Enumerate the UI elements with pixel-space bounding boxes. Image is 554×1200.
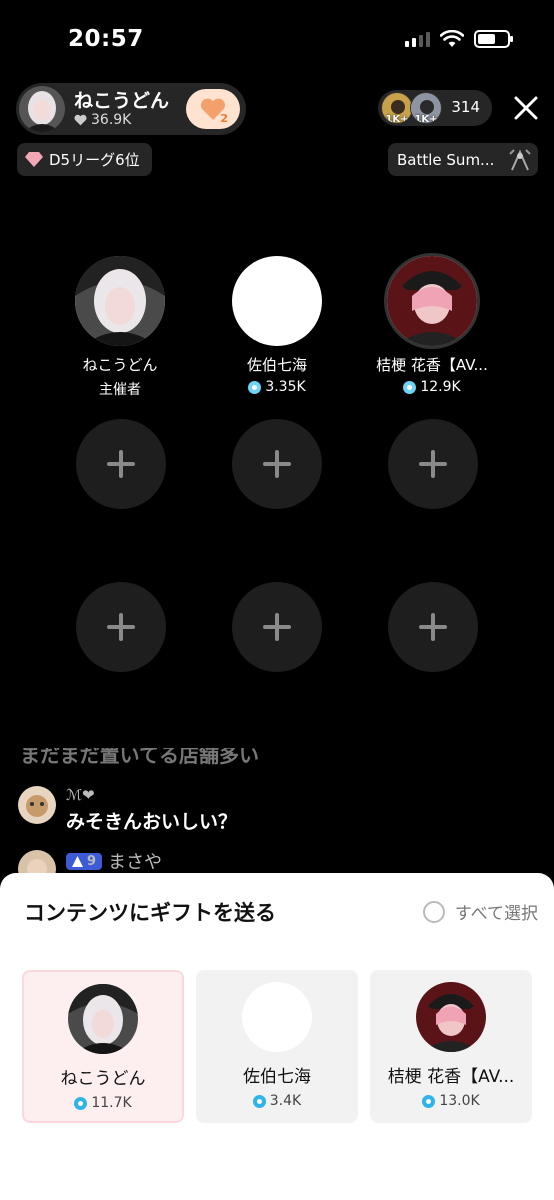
battle-label: Battle Sum... bbox=[397, 150, 495, 169]
sheet-title: コンテンツにギフトを送る bbox=[24, 901, 276, 925]
battery-icon bbox=[474, 30, 513, 48]
coin-icon bbox=[252, 1094, 266, 1108]
chat-avatar[interactable] bbox=[18, 786, 56, 824]
diamond-icon bbox=[25, 152, 43, 167]
add-guest-button[interactable] bbox=[232, 419, 322, 509]
close-icon[interactable] bbox=[510, 92, 542, 124]
select-all-toggle[interactable]: すべて選択 bbox=[422, 899, 538, 924]
battle-icon bbox=[509, 149, 531, 171]
host-info[interactable]: ねこうどん 36.9K 2 bbox=[16, 83, 246, 135]
signal-icon bbox=[405, 31, 430, 47]
heart-icon bbox=[74, 114, 87, 126]
guest-name: ねこうどん bbox=[82, 356, 158, 374]
league-label: D5リーグ6位 bbox=[49, 151, 140, 169]
host-name: ねこうどん bbox=[74, 90, 170, 112]
viewer-badge: 1K+ bbox=[385, 114, 409, 124]
status-icons bbox=[405, 30, 513, 48]
coin-icon bbox=[74, 1096, 88, 1110]
coin-icon bbox=[403, 380, 417, 394]
viewer-list[interactable]: 1K+ 1K+ 314 bbox=[378, 90, 492, 126]
guest-slot-2[interactable]: 佐伯七海 3.35K bbox=[202, 256, 352, 395]
host-avatar bbox=[19, 86, 65, 132]
gift-recipient-card[interactable]: 佐伯七海 3.4K bbox=[196, 970, 358, 1123]
recipient-avatar bbox=[68, 984, 138, 1054]
add-guest-button[interactable] bbox=[388, 582, 478, 672]
gift-recipient-card[interactable]: 桔梗 花香【AV... 13.0K bbox=[370, 970, 532, 1123]
host-likes: 36.9K bbox=[74, 112, 131, 128]
recipient-coins: 3.4K bbox=[196, 1093, 358, 1109]
viewer-count: 314 bbox=[451, 98, 480, 116]
add-guest-button[interactable] bbox=[76, 419, 166, 509]
heart-button[interactable]: 2 bbox=[186, 89, 240, 129]
host-likes-count: 36.9K bbox=[91, 112, 132, 128]
status-time: 20:57 bbox=[68, 26, 144, 52]
recipient-avatar bbox=[416, 982, 486, 1052]
guest-avatar bbox=[387, 256, 477, 346]
guest-role: 主催者 bbox=[99, 382, 141, 398]
level-badge: 9 bbox=[66, 852, 103, 870]
coin-icon bbox=[422, 1094, 436, 1108]
guest-coins: 3.35K bbox=[202, 379, 352, 395]
guest-slot-1[interactable]: ねこうどん 主催者 bbox=[45, 256, 195, 399]
chat-username: ℳ❤ bbox=[66, 786, 95, 804]
chat-username: 9 まさや bbox=[66, 848, 162, 874]
recipient-name: ねこうどん bbox=[60, 1069, 146, 1089]
recipient-name: 桔梗 花香【AV... bbox=[387, 1067, 515, 1087]
guest-avatar bbox=[232, 256, 322, 346]
guest-coins: 12.9K bbox=[357, 379, 507, 395]
add-guest-button[interactable] bbox=[76, 582, 166, 672]
recipient-coins: 11.7K bbox=[24, 1095, 182, 1111]
chat-message-faded: まだまだ置いてる店舗多い bbox=[20, 748, 259, 766]
coin-icon bbox=[248, 380, 262, 394]
radio-icon[interactable] bbox=[422, 900, 445, 923]
heart-count: 2 bbox=[220, 112, 228, 125]
gift-sheet: コンテンツにギフトを送る すべて選択 ねこうどん 11.7K 佐伯七海 3.4K… bbox=[0, 873, 554, 1200]
league-badge[interactable]: D5リーグ6位 bbox=[17, 143, 152, 176]
recipient-coins: 13.0K bbox=[370, 1093, 532, 1109]
chat-message-text: みそきんおいしい？ bbox=[66, 811, 238, 833]
gift-recipient-card[interactable]: ねこうどん 11.7K bbox=[22, 970, 184, 1123]
recipient-name: 佐伯七海 bbox=[243, 1067, 311, 1087]
add-guest-button[interactable] bbox=[232, 582, 322, 672]
level-icon bbox=[72, 855, 83, 867]
viewer-avatar: 1K+ bbox=[410, 92, 442, 124]
battle-summary-button[interactable]: Battle Sum... bbox=[388, 143, 538, 176]
select-all-label: すべて選択 bbox=[454, 904, 538, 924]
recipient-avatar bbox=[242, 982, 312, 1052]
wifi-icon bbox=[440, 30, 464, 47]
viewer-avatar: 1K+ bbox=[381, 92, 413, 124]
guest-slot-3[interactable]: 桔梗 花香【AV... 12.9K bbox=[357, 256, 507, 395]
guest-name: 佐伯七海 bbox=[246, 356, 307, 374]
guest-avatar bbox=[75, 256, 165, 346]
viewer-badge: 1K+ bbox=[414, 114, 438, 124]
add-guest-button[interactable] bbox=[388, 419, 478, 509]
guest-name: 桔梗 花香【AV... bbox=[376, 356, 488, 374]
